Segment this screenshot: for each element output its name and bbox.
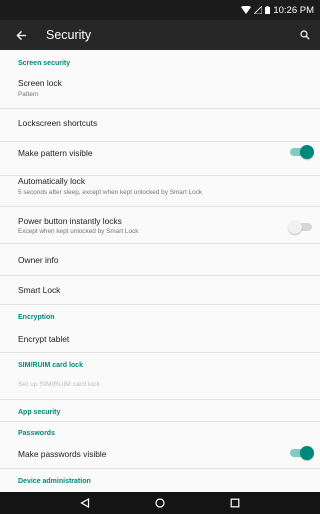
setting-smart-lock-title: Smart Lock	[18, 285, 61, 295]
search-icon[interactable]	[296, 26, 314, 44]
divider	[0, 468, 320, 469]
settings-list[interactable]: Screen security Screen lock Pattern Lock…	[0, 50, 320, 492]
setting-sim-lock-setup-title: Set up SIM/RUIM card lock	[18, 381, 100, 388]
setting-encrypt-tablet-title: Encrypt tablet	[18, 334, 70, 344]
category-sim-lock: SIM/RUIM card lock	[18, 362, 83, 369]
setting-power-button-locks-summary: Except when kept unlocked by Smart Lock	[18, 228, 139, 235]
setting-automatically-lock-title: Automatically lock	[18, 176, 86, 186]
navigation-bar	[0, 492, 320, 514]
home-circle-icon[interactable]	[149, 492, 171, 514]
setting-screen-lock-summary: Pattern	[18, 91, 39, 98]
signal-icon	[254, 6, 263, 14]
divider	[0, 352, 320, 353]
page-title: Security	[46, 28, 92, 42]
status-bar: 10:26 PM	[0, 0, 320, 20]
category-app-security: App security	[18, 409, 61, 416]
setting-make-pattern-visible[interactable]	[0, 142, 320, 175]
category-encryption: Encryption	[18, 314, 55, 321]
make-pattern-visible-toggle[interactable]	[288, 145, 314, 159]
setting-make-pattern-visible-title: Make pattern visible	[18, 148, 93, 158]
make-passwords-visible-toggle[interactable]	[288, 446, 314, 460]
category-screen-security: Screen security	[18, 60, 71, 67]
category-device-administration: Device administration	[18, 478, 91, 485]
setting-screen-lock-title: Screen lock	[18, 78, 62, 88]
back-triangle-icon[interactable]	[74, 492, 96, 514]
status-time: 10:26 PM	[273, 4, 314, 16]
divider	[0, 399, 320, 400]
setting-automatically-lock-summary: 5 seconds after sleep, except when kept …	[18, 189, 203, 196]
setting-make-passwords-visible-title: Make passwords visible	[18, 449, 107, 459]
battery-icon	[265, 6, 271, 14]
wifi-icon	[241, 6, 252, 14]
app-bar: Security	[0, 20, 320, 50]
category-passwords: Passwords	[18, 430, 55, 437]
back-arrow-icon[interactable]	[6, 20, 36, 50]
divider	[0, 421, 320, 422]
setting-lockscreen-shortcuts-title: Lockscreen shortcuts	[18, 118, 98, 128]
setting-power-button-locks-title: Power button instantly locks	[18, 216, 122, 226]
power-button-locks-toggle[interactable]	[288, 220, 314, 234]
divider	[0, 304, 320, 305]
setting-screen-lock[interactable]	[0, 70, 320, 108]
setting-owner-info-title: Owner info	[18, 255, 59, 265]
recents-square-icon[interactable]	[224, 492, 246, 514]
